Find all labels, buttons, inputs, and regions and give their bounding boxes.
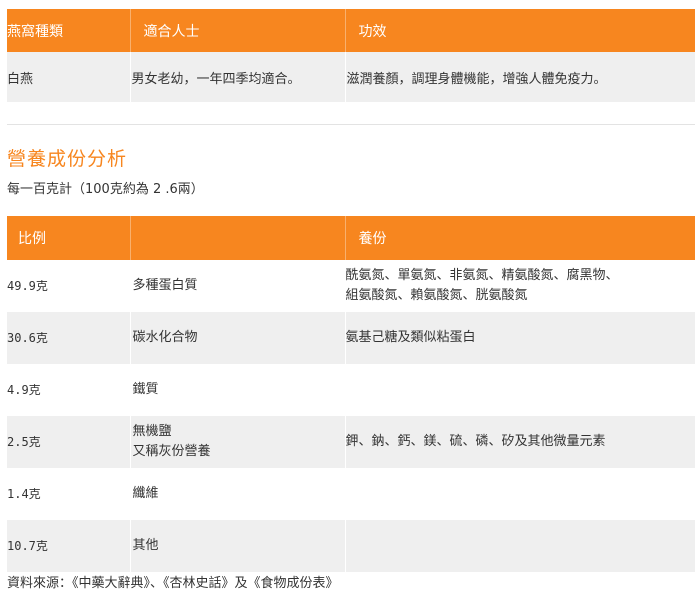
header-component (130, 216, 346, 260)
type-table-header: 燕窩種類 適合人士 功效 (7, 9, 695, 52)
section-title: 營養成份分析 (7, 148, 128, 170)
table-row: 1.4克 纖維 (7, 468, 695, 520)
section-divider (7, 124, 695, 125)
section-subtitle: 每一百克計（100克約為 2 .6兩） (7, 182, 204, 197)
header-effect: 功效 (345, 9, 695, 52)
cell-component: 其他 (130, 520, 346, 572)
cell-nutrients (345, 520, 695, 572)
cell-ratio: 1.4克 (7, 468, 131, 520)
header-nutrients: 養份 (345, 216, 695, 260)
cell-effect: 滋潤養顏，調理身體機能，增強人體免疫力。 (345, 52, 695, 102)
cell-nutrients: 鉀、鈉、鈣、鎂、硫、磷、矽及其他微量元素 (345, 416, 695, 468)
cell-component: 碳水化合物 (130, 312, 346, 364)
source-note: 資料來源：《中藥大辭典》、《杏林史話》及《食物成份表》 (7, 576, 339, 591)
header-ratio: 比例 (7, 216, 131, 260)
table-row: 10.7克 其他 (7, 520, 695, 572)
table-row: 2.5克 無機鹽 又稱灰份營養 鉀、鈉、鈣、鎂、硫、磷、矽及其他微量元素 (7, 416, 695, 468)
cell-component: 無機鹽 又稱灰份營養 (130, 416, 346, 468)
cell-nutrients (345, 468, 695, 520)
table-row: 49.9克 多種蛋白質 酰氨氮、單氨氮、非氨氮、精氨酸氮、腐黑物、 組氨酸氮、賴… (7, 260, 695, 312)
cell-component: 鐵質 (130, 364, 346, 416)
table-row: 30.6克 碳水化合物 氨基己糖及類似粘蛋白 (7, 312, 695, 364)
cell-ratio: 4.9克 (7, 364, 131, 416)
header-suitable: 適合人士 (130, 9, 346, 52)
table-row: 白燕 男女老幼，一年四季均適合。 滋潤養顏，調理身體機能，增強人體免疫力。 (7, 52, 695, 102)
nutrition-table-header: 比例 養份 (7, 216, 695, 260)
cell-component: 纖維 (130, 468, 346, 520)
cell-nutrients: 氨基己糖及類似粘蛋白 (345, 312, 695, 364)
cell-ratio: 49.9克 (7, 260, 131, 312)
cell-component: 多種蛋白質 (130, 260, 346, 312)
cell-ratio: 2.5克 (7, 416, 131, 468)
cell-type: 白燕 (7, 52, 131, 102)
cell-ratio: 10.7克 (7, 520, 131, 572)
cell-nutrients (345, 364, 695, 416)
nutrition-table: 比例 養份 49.9克 多種蛋白質 酰氨氮、單氨氮、非氨氮、精氨酸氮、腐黑物、 … (7, 216, 695, 572)
header-type: 燕窩種類 (7, 9, 131, 52)
cell-nutrients: 酰氨氮、單氨氮、非氨氮、精氨酸氮、腐黑物、 組氨酸氮、賴氨酸氮、胱氨酸氮 (345, 260, 695, 312)
table-row: 4.9克 鐵質 (7, 364, 695, 416)
bird-nest-type-table: 燕窩種類 適合人士 功效 白燕 男女老幼，一年四季均適合。 滋潤養顏，調理身體機… (7, 9, 695, 102)
cell-ratio: 30.6克 (7, 312, 131, 364)
cell-suitable: 男女老幼，一年四季均適合。 (130, 52, 346, 102)
